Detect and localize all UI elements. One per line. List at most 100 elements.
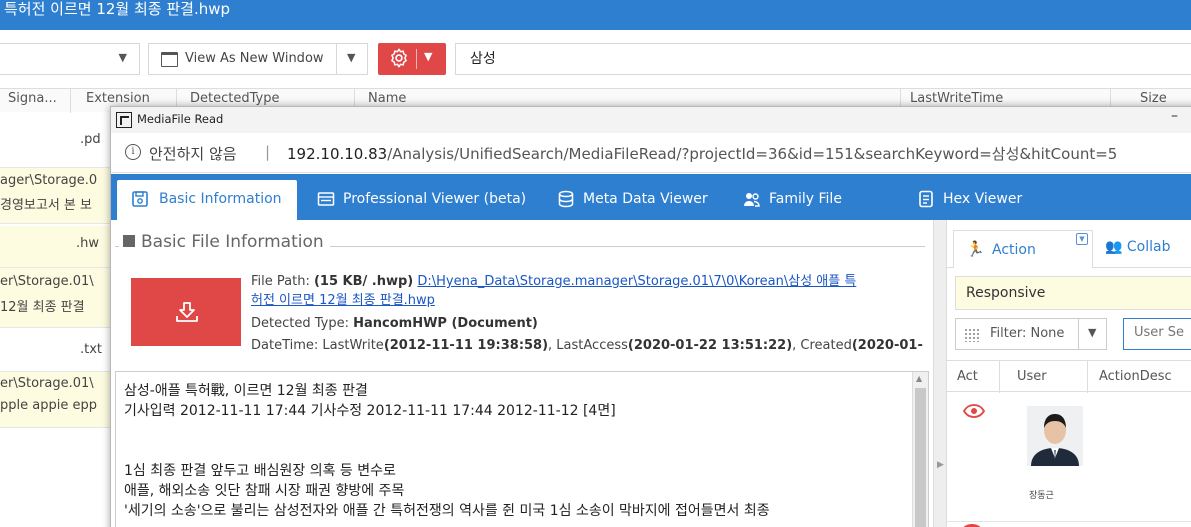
file-path-line-2: 허전 이르면 12월 최종 판결.hwp [251,289,435,308]
user-name: 장동근 [1029,491,1054,501]
running-icon: 🏃 [966,240,985,258]
created-value: (2020-01- [851,338,923,353]
user-search-field[interactable] [1123,318,1191,350]
column-extension[interactable]: Extension [86,91,150,106]
scope-dropdown[interactable]: ▼ [0,43,140,75]
table-row[interactable]: .hw [0,226,112,268]
file-size: (15 KB/ .hwp) [313,274,414,289]
chevron-down-icon[interactable]: ▼ [424,50,432,63]
tab-label: Hex Viewer [943,191,1023,207]
table-row[interactable]: .txt [0,328,112,372]
last-write-value: (2012-11-11 19:38:58) [383,338,549,353]
download-icon [176,302,198,322]
keyword-search-field[interactable] [455,43,1191,75]
address-url[interactable]: 192.10.10.83/Analysis/UnifiedSearch/Medi… [287,143,1117,164]
tab-collab[interactable]: 👥 Collab [1105,239,1170,255]
column-size[interactable]: Size [1140,91,1167,106]
tab-action[interactable]: 🏃 Action ▼ [953,230,1093,268]
tab-label: Meta Data Viewer [583,191,708,207]
chevron-down-icon: ▼ [118,51,127,64]
tab-label: Professional Viewer (beta) [343,191,527,207]
eye-icon[interactable] [963,404,985,418]
divider [1087,361,1088,393]
scroll-up-icon[interactable]: ▲ [916,374,922,383]
divider [70,89,71,113]
window-titlebar[interactable]: MediaFile Read – [111,107,1191,133]
download-button[interactable] [131,278,241,346]
file-path-line: File Path: (15 KB/ .hwp) D:\Hyena_Data\S… [251,270,856,289]
tab-basic-information[interactable]: Basic Information [117,180,297,220]
column-name[interactable]: Name [368,91,406,106]
database-icon [558,190,574,208]
detected-type-label: Detected Type: [251,316,354,331]
screen: 특허전 이르면 12월 최종 판결.hwp ▼ View As New Wind… [0,0,1191,527]
expand-arrow-icon[interactable]: ▶ [937,460,944,470]
settings-button[interactable]: ▼ [378,43,446,75]
chevron-down-icon[interactable]: ▼ [1088,326,1096,339]
table-row-snippet[interactable]: ager\Storage.0 경영보고서 본 보 [0,168,112,224]
address-separator: | [265,143,271,161]
column-last-write-time[interactable]: LastWriteTime [910,91,1003,106]
table-row-snippet[interactable]: er\Storage.01\ 12월 최종 판결 [0,268,112,328]
filter-dropdown[interactable]: Filter: None ▼ [955,318,1107,350]
viewer-icon [317,192,335,206]
tab-meta-data-viewer[interactable]: Meta Data Viewer [557,180,727,220]
info-icon[interactable]: i [125,144,141,160]
column-detected-type[interactable]: DetectedType [190,91,279,106]
tab-label: Basic Information [159,191,282,207]
table-row-snippet[interactable]: er\Storage.01\ pple appie epp [0,372,112,428]
detected-type-line: Detected Type: HancomHWP (Document) [251,316,538,331]
file-path-link-continued[interactable]: 허전 이르면 12월 최종 판결.hwp [251,293,435,308]
keyword-search-input[interactable] [470,50,1070,66]
tab-collab-label: Collab [1126,239,1171,255]
file-path-link[interactable]: D:\Hyena_Data\Storage.manager\Storage.01… [417,274,856,289]
tab-menu-icon[interactable]: ▼ [1076,233,1088,245]
content-line: 삼성-애플 특허戰, 이르면 12월 최종 판결 [124,383,368,399]
table-row[interactable]: .pd [0,118,112,168]
column-signature[interactable]: Signa... [8,91,57,106]
datetime-label: DateTime: LastWrite [251,338,384,353]
hex-icon [919,190,933,208]
document-content-viewer[interactable]: 삼성-애플 특허戰, 이르면 12월 최종 판결 기사입력 2012-11-11… [115,371,929,527]
side-tab-bar: 🏃 Action ▼ 👥 Collab [947,224,1191,268]
content-line: 1심 최종 판결 앞두고 배심원장 의혹 등 변수로 [124,463,396,479]
content-scrollbar[interactable]: ▲ [912,372,928,527]
divider [416,49,417,69]
view-as-new-window-button[interactable]: View As New Window ▼ [148,43,368,75]
divider [999,361,1000,393]
group-icon: 👥 [1105,239,1123,255]
address-bar[interactable]: i 안전하지 않음 | 192.10.10.83/Analysis/Unifie… [111,133,1191,173]
user-photo [1027,406,1083,466]
minimize-button[interactable]: – [1171,108,1178,124]
row-snippet: 12월 최종 판결 [0,300,85,315]
legend-text: Basic File Information [141,232,324,252]
row-extension: .txt [80,342,103,357]
row-extension: .pd [80,132,101,147]
tab-family-file[interactable]: Family File [743,180,883,220]
content-line: '세기의 소송'으로 불리는 삼성전자와 애플 간 특허전쟁의 역사를 쥔 미국… [124,503,770,519]
tab-action-label: Action [992,242,1036,258]
window-icon [161,52,178,67]
tab-bar: Basic Information Professional Viewer (b… [111,174,1191,220]
row-path: er\Storage.01\ [0,274,94,289]
chevron-down-icon[interactable]: ▼ [347,51,355,64]
fieldset-legend[interactable]: Basic File Information [119,232,330,252]
scrollbar-thumb[interactable] [915,388,926,527]
tab-professional-viewer[interactable]: Professional Viewer (beta) [317,180,537,220]
view-as-new-window-label: View As New Window [185,51,324,66]
action-row[interactable]: 장동근 [947,392,1191,522]
toolbar: ▼ View As New Window ▼ ▼ [0,38,1191,82]
column-act[interactable]: Act [957,369,978,384]
action-panel: 🏃 Action ▼ 👥 Collab Responsive Filter: N… [947,220,1191,527]
tab-hex-viewer[interactable]: Hex Viewer [917,180,1047,220]
app-title: 특허전 이르면 12월 최종 판결.hwp [4,0,231,18]
column-user[interactable]: User [1017,369,1047,384]
save-icon [132,191,148,207]
tab-label: Family File [769,191,842,207]
pane-splitter[interactable]: ▶ [933,220,947,527]
user-search-input[interactable] [1134,325,1191,340]
url-host: 192.10.10.83 [287,145,388,163]
column-action-desc[interactable]: ActionDesc [1099,369,1172,384]
security-warning[interactable]: 안전하지 않음 [149,143,237,164]
row-extension: .hw [76,236,100,251]
